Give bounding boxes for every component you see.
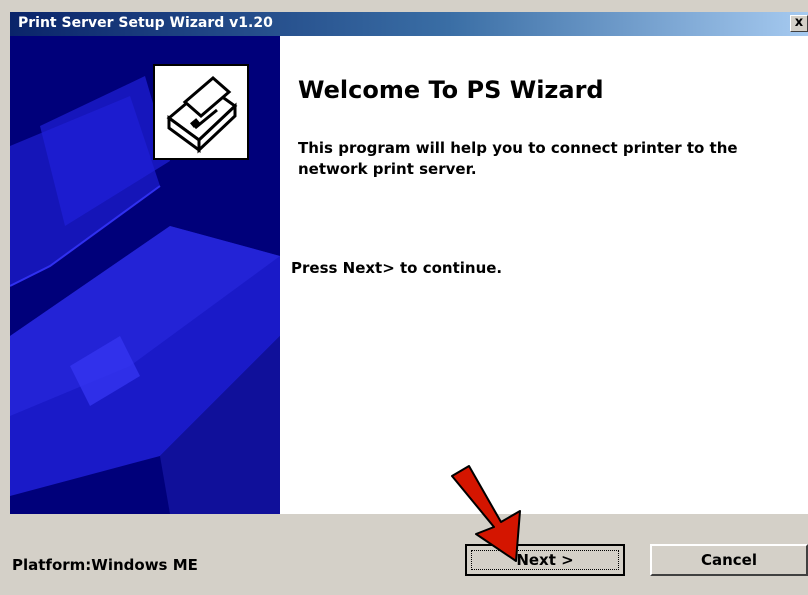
window-title: Print Server Setup Wizard v1.20 xyxy=(18,15,273,31)
close-icon: x xyxy=(794,15,804,30)
cancel-button-label: Cancel xyxy=(700,551,757,569)
instruction-text: Press Next> to continue. xyxy=(291,259,503,277)
button-bar: Platform:Windows ME Next > Cancel xyxy=(10,514,808,595)
next-button-label: Next > xyxy=(516,551,574,569)
printer-icon xyxy=(155,66,247,158)
cancel-button[interactable]: Cancel xyxy=(650,544,808,576)
close-button[interactable]: x xyxy=(790,15,808,32)
page-title: Welcome To PS Wizard xyxy=(298,76,604,104)
printer-icon-box xyxy=(153,64,249,160)
wizard-window: Print Server Setup Wizard v1.20 x Welcom… xyxy=(0,0,808,595)
next-button[interactable]: Next > xyxy=(465,544,625,576)
description-text: This program will help you to connect pr… xyxy=(298,139,738,178)
title-bar[interactable]: Print Server Setup Wizard v1.20 x xyxy=(10,12,808,36)
platform-label: Platform:Windows ME xyxy=(12,556,198,574)
wizard-content: Welcome To PS Wizard This program will h… xyxy=(10,36,808,514)
